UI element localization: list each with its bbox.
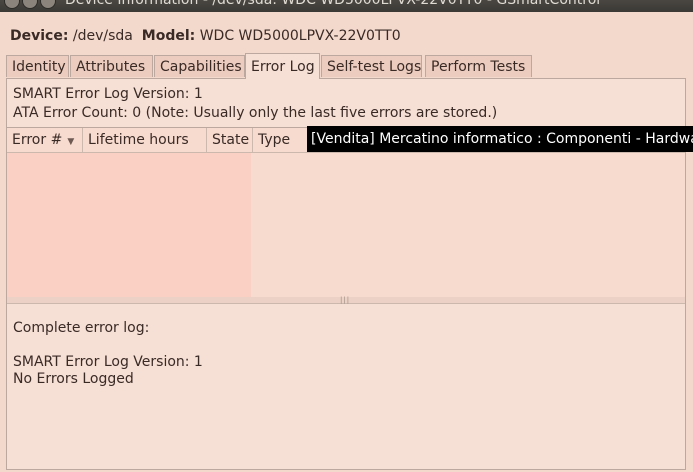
window-titlebar[interactable]: Device Information - /dev/sda: WDC WD500… xyxy=(0,0,693,12)
tab-error-log[interactable]: Error Log xyxy=(245,53,320,79)
tab-attributes[interactable]: Attributes xyxy=(70,55,153,77)
tab-perform-tests[interactable]: Perform Tests xyxy=(425,55,532,77)
error-table-body xyxy=(7,153,251,298)
window-title: Device Information - /dev/sda: WDC WD500… xyxy=(65,0,601,8)
column-label-error-number: Error # xyxy=(12,132,63,148)
model-value: WDC WD5000LPVX-22V0TT0 xyxy=(199,28,401,44)
close-window-icon[interactable] xyxy=(4,0,20,9)
complete-error-log: Complete error log: SMART Error Log Vers… xyxy=(13,320,203,388)
tab-capabilities[interactable]: Capabilities xyxy=(154,55,245,77)
complete-log-version: SMART Error Log Version: 1 xyxy=(13,354,203,370)
maximize-window-icon[interactable] xyxy=(40,0,56,9)
tab-identity[interactable]: Identity xyxy=(6,55,69,77)
ata-error-count: ATA Error Count: 0 (Note: Usually only t… xyxy=(13,105,498,121)
column-header-lifetime-hours[interactable]: Lifetime hours xyxy=(83,128,207,152)
device-info-line: Device: /dev/sda Model: WDC WD5000LPVX-2… xyxy=(10,28,401,44)
minimize-window-icon[interactable] xyxy=(22,0,38,9)
sort-descending-icon[interactable]: ▼ xyxy=(67,137,74,147)
device-value: /dev/sda xyxy=(72,28,133,44)
column-header-type[interactable]: Type xyxy=(253,128,315,152)
column-header-error-number[interactable]: Error # ▼ xyxy=(7,128,83,152)
error-log-version: SMART Error Log Version: 1 xyxy=(13,86,203,102)
pane-splitter[interactable]: ||| xyxy=(7,297,685,304)
tab-self-test-logs[interactable]: Self-test Logs xyxy=(321,55,422,77)
model-label: Model: xyxy=(141,28,196,44)
column-header-state[interactable]: State xyxy=(207,128,253,152)
tooltip: [Vendita] Mercatino informatico : Compon… xyxy=(307,126,693,152)
complete-log-status: No Errors Logged xyxy=(13,371,134,387)
device-label: Device: xyxy=(10,28,69,44)
splitter-grip-icon[interactable]: ||| xyxy=(340,297,350,304)
error-table[interactable]: Error # ▼ Lifetime hours State Type xyxy=(7,127,685,299)
complete-log-label: Complete error log: xyxy=(13,320,150,336)
